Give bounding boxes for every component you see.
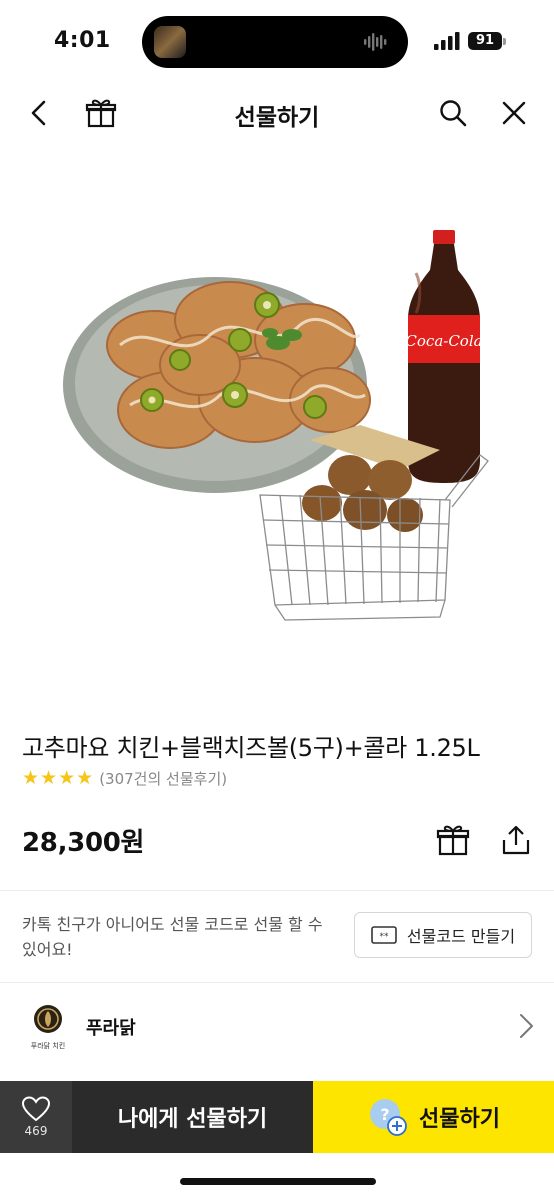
brand-row[interactable]: 푸라닭 치킨 푸라닭 (0, 984, 554, 1070)
product-title: 고추마요 치킨+블랙치즈볼(5구)+콜라 1.25L (22, 734, 480, 762)
close-icon[interactable] (497, 96, 531, 130)
svg-text:?: ? (380, 1105, 389, 1124)
cellular-signal-icon (434, 32, 460, 50)
gift-to-myself-button[interactable]: 나에게 선물하기 (72, 1081, 313, 1153)
svg-text:**: ** (379, 932, 389, 942)
review-count-link[interactable]: (307건의 선물후기) (99, 768, 227, 789)
brand-logo: 푸라닭 치킨 (31, 1005, 65, 1050)
rating-row[interactable]: ★ ★ ★ ★ (307건의 선물후기) (22, 767, 227, 789)
create-gift-code-button[interactable]: ** 선물코드 만들기 (354, 912, 532, 958)
share-icon[interactable] (496, 820, 536, 860)
status-bar: 4:01 91 (0, 0, 554, 80)
brand-logo-text: 푸라닭 치킨 (31, 1041, 65, 1050)
heart-icon (21, 1096, 51, 1122)
section-divider (0, 982, 554, 983)
star-icon: ★ (58, 766, 76, 789)
now-playing-artwork (154, 26, 186, 58)
wishlist-gift-icon[interactable] (433, 820, 473, 860)
product-image: Coca-Cola (63, 230, 489, 621)
battery-level: 91 (468, 32, 502, 50)
gift-code-ticket-icon: ** (371, 926, 397, 944)
star-icon: ★ (40, 766, 58, 789)
star-icon: ★ (22, 766, 40, 789)
audio-wave-icon (364, 33, 387, 51)
rating-stars: ★ ★ ★ ★ (22, 766, 94, 789)
add-friend-gift-icon: ? (370, 1099, 407, 1136)
chevron-right-icon (520, 1014, 533, 1038)
product-price: 28,300원 (22, 828, 145, 858)
send-gift-label: 선물하기 (419, 1107, 500, 1132)
dynamic-island (142, 16, 408, 68)
status-time: 4:01 (54, 28, 111, 53)
like-count: 469 (24, 1124, 48, 1138)
gift-code-description: 카톡 친구가 아니어도 선물 코드로 선물 할 수 있어요! (22, 915, 323, 959)
like-button[interactable]: 469 (0, 1081, 72, 1153)
battery-tip (503, 38, 506, 45)
bottom-action-bar: 469 나에게 선물하기 ? 선물하기 (0, 1081, 554, 1153)
brand-name: 푸라닭 (86, 1018, 136, 1039)
search-icon[interactable] (436, 96, 470, 130)
home-indicator[interactable] (180, 1178, 376, 1185)
create-gift-code-label: 선물코드 만들기 (406, 927, 516, 946)
section-divider (0, 890, 554, 891)
nav-bar: 선물하기 (0, 82, 554, 148)
star-icon: ★ (76, 766, 94, 789)
send-gift-button[interactable]: ? 선물하기 (313, 1081, 554, 1153)
bottle-label-text: Coca-Cola (405, 332, 482, 350)
page-title: 선물하기 (234, 105, 320, 131)
